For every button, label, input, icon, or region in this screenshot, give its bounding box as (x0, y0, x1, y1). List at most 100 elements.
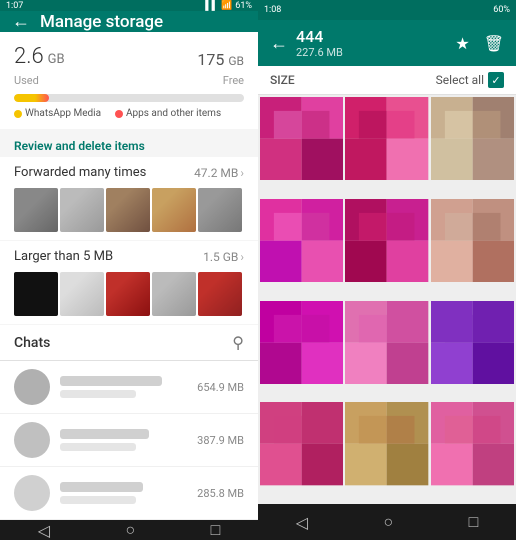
chat-avatar-3 (14, 475, 50, 511)
size-label: SIZE (270, 73, 295, 87)
photo-cell-9[interactable] (260, 402, 343, 485)
select-all-checkbox[interactable]: ✓ (488, 72, 504, 88)
legend-dot-apps (115, 110, 123, 118)
star-icon[interactable]: ★ (455, 34, 469, 53)
photo-cell-8[interactable] (431, 301, 514, 384)
thumb-8 (106, 272, 150, 316)
right-panel: 1:08 60% ← 444 227.6 MB ★ 🗑 SIZE Select … (258, 0, 516, 540)
chat-sub-bar-3 (60, 496, 136, 504)
status-time: 1:07 (6, 1, 23, 11)
signal-icon: ▌▌ (205, 0, 218, 11)
grid-controls: SIZE Select all ✓ (258, 66, 516, 95)
photo-grid (258, 95, 516, 504)
contact-size: 227.6 MB (296, 46, 447, 59)
review-section-header: Review and delete items (0, 129, 258, 157)
larger-item[interactable]: Larger than 5 MB 1.5 GB › (0, 241, 258, 324)
nav-back-icon[interactable]: ◁ (38, 521, 50, 540)
forwarded-thumbnails (0, 184, 258, 240)
legend-label-whatsapp: WhatsApp Media (25, 108, 101, 119)
chat-row-1[interactable]: 654.9 MB (0, 361, 258, 414)
legend-dot-whatsapp (14, 110, 22, 118)
status-time-area: 1:07 (6, 1, 23, 11)
thumb-2 (60, 188, 104, 232)
photo-cell-5[interactable] (431, 199, 514, 282)
wifi-icon: 📶 (221, 1, 232, 11)
photo-cell-0[interactable] (260, 97, 343, 180)
free-label: Free (223, 74, 244, 87)
chat-name-2 (60, 429, 187, 451)
chat-row-2[interactable]: 387.9 MB (0, 414, 258, 467)
right-nav-bar: ◁ ○ □ (258, 504, 516, 540)
larger-item-header: Larger than 5 MB 1.5 GB › (0, 241, 258, 268)
chat-size-3: 285.8 MB (197, 487, 244, 500)
progress-fill (14, 94, 49, 102)
right-nav-recent[interactable]: □ (469, 512, 479, 532)
status-icons: ▌▌ 📶 61% (205, 0, 252, 11)
select-all-area[interactable]: Select all ✓ (436, 72, 504, 88)
right-toolbar: ← 444 227.6 MB ★ 🗑 (258, 20, 516, 66)
photo-cell-4[interactable] (345, 199, 428, 282)
battery-icon: 61% (235, 1, 252, 11)
legend-label-apps: Apps and other items (126, 108, 221, 119)
used-gb: 2.6 (14, 44, 44, 69)
forwarded-item[interactable]: Forwarded many times 47.2 MB › (0, 157, 258, 240)
left-status-bar: 1:07 ▌▌ 📶 61% (0, 0, 258, 11)
contact-name: 444 (296, 27, 447, 46)
chat-name-bar-2 (60, 429, 149, 439)
chat-name-bar-1 (60, 376, 162, 386)
select-all-label: Select all (436, 73, 484, 87)
page-title: Manage storage (40, 12, 163, 32)
photo-cell-6[interactable] (260, 301, 343, 384)
back-button[interactable]: ← (12, 11, 30, 32)
photo-cell-7[interactable] (345, 301, 428, 384)
legend-whatsapp: WhatsApp Media (14, 108, 101, 119)
left-nav-bar: ◁ ○ □ (0, 520, 258, 540)
right-back-button[interactable]: ← (270, 33, 288, 54)
toolbar-actions: ★ 🗑 (455, 34, 504, 53)
thumb-5 (198, 188, 242, 232)
chats-header: Chats ⚲ (0, 325, 258, 361)
forwarded-size: 47.2 MB › (194, 166, 244, 180)
chat-sub-bar-2 (60, 443, 136, 451)
chat-size-2: 387.9 MB (197, 434, 244, 447)
right-toolbar-info: 444 227.6 MB (296, 27, 447, 59)
legend-apps: Apps and other items (115, 108, 221, 119)
chat-name-1 (60, 376, 187, 398)
chat-size-1: 654.9 MB (197, 381, 244, 394)
right-nav-back[interactable]: ◁ (296, 513, 308, 532)
chats-label: Chats (14, 335, 50, 351)
chat-name-bar-3 (60, 482, 143, 492)
photo-cell-1[interactable] (345, 97, 428, 180)
thumb-9 (152, 272, 196, 316)
storage-numbers: 2.6 GB Used 175 GB Free (14, 44, 244, 88)
storage-used-display: 2.6 GB Used (14, 44, 65, 88)
right-status-battery: 60% (493, 5, 510, 15)
search-icon[interactable]: ⚲ (232, 333, 244, 352)
thumb-7 (60, 272, 104, 316)
delete-icon[interactable]: 🗑 (484, 34, 504, 53)
thumb-4 (152, 188, 196, 232)
forwarded-chevron: › (240, 166, 244, 180)
left-panel: 1:07 ▌▌ 📶 61% ← Manage storage 2.6 GB Us… (0, 0, 258, 540)
thumb-3 (106, 188, 150, 232)
nav-recent-icon[interactable]: □ (211, 520, 221, 540)
nav-home-icon[interactable]: ○ (125, 520, 135, 540)
used-label: Used (14, 74, 39, 87)
thumb-1 (14, 188, 58, 232)
chats-section: Chats ⚲ 654.9 MB 387.9 MB 285 (0, 325, 258, 520)
photo-cell-10[interactable] (345, 402, 428, 485)
larger-thumbnails (0, 268, 258, 324)
chat-row-3[interactable]: 285.8 MB (0, 467, 258, 520)
photo-cell-2[interactable] (431, 97, 514, 180)
free-num: 175 (197, 50, 224, 69)
free-unit: GB (228, 54, 244, 68)
chat-sub-bar-1 (60, 390, 136, 398)
larger-label: Larger than 5 MB (14, 249, 113, 264)
photo-cell-11[interactable] (431, 402, 514, 485)
photo-cell-3[interactable] (260, 199, 343, 282)
chat-name-3 (60, 482, 187, 504)
storage-free-display: 175 GB Free (197, 50, 244, 88)
right-nav-home[interactable]: ○ (383, 512, 393, 532)
storage-summary: 2.6 GB Used 175 GB Free WhatsApp Media (0, 32, 258, 129)
storage-legend: WhatsApp Media Apps and other items (14, 108, 244, 119)
